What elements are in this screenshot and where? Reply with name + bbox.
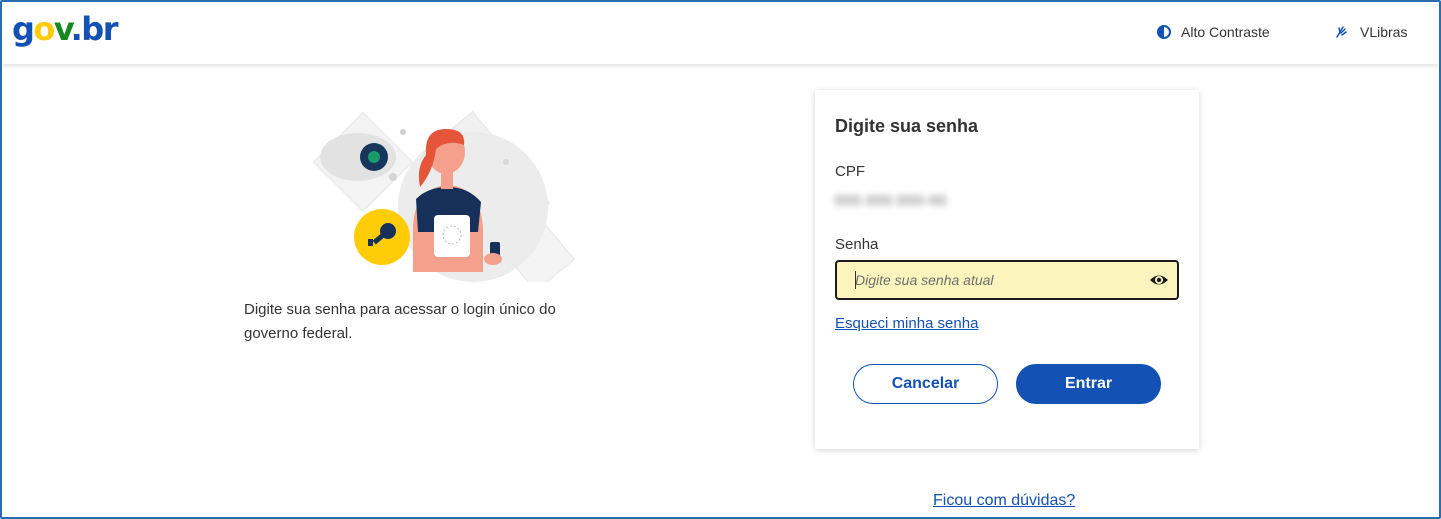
cpf-label: CPF <box>835 163 865 180</box>
password-input[interactable] <box>837 262 1137 298</box>
sign-language-icon <box>1334 24 1350 40</box>
forgot-password-link[interactable]: Esqueci minha senha <box>835 315 978 332</box>
header: gov.br Alto Contraste VLibras <box>2 2 1439 64</box>
vlibras-button[interactable]: VLibras <box>1334 24 1407 40</box>
password-card: Digite sua senha CPF 000.000.000-00 Senh… <box>815 90 1199 449</box>
login-description: Digite sua senha para acessar o login ún… <box>244 301 556 342</box>
password-label: Senha <box>835 236 879 253</box>
enter-button[interactable]: Entrar <box>1016 364 1161 404</box>
cancel-button[interactable]: Cancelar <box>853 364 998 404</box>
password-field-container <box>835 260 1179 300</box>
page-frame: gov.br Alto Contraste VLibras Digite sua… <box>0 0 1441 519</box>
vlibras-label: VLibras <box>1360 24 1408 40</box>
contrast-icon <box>1157 25 1171 39</box>
card-title: Digite sua senha <box>835 116 979 136</box>
show-password-icon[interactable] <box>1149 271 1169 289</box>
cpf-value: 000.000.000-00 <box>835 192 948 208</box>
text-caret <box>855 271 856 289</box>
govbr-logo[interactable]: gov.br <box>12 10 118 48</box>
high-contrast-label: Alto Contraste <box>1181 24 1270 40</box>
help-link[interactable]: Ficou com dúvidas? <box>933 492 1075 510</box>
high-contrast-button[interactable]: Alto Contraste <box>1157 24 1270 40</box>
login-illustration <box>298 107 580 293</box>
